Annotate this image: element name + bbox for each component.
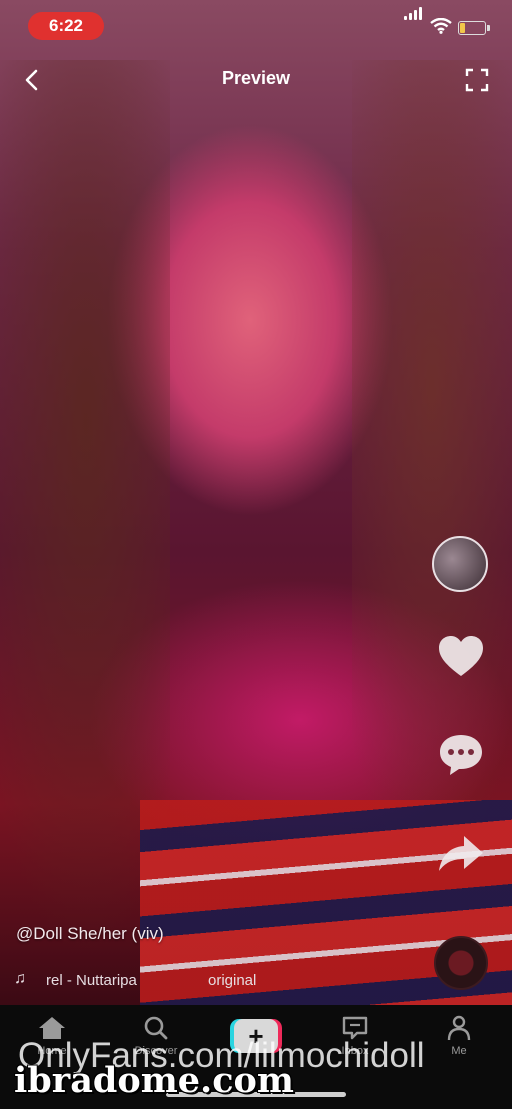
wifi-icon: [430, 18, 452, 34]
status-time: 6:22: [28, 12, 104, 40]
share-icon[interactable]: [436, 828, 486, 878]
music-note-icon: ♫: [14, 970, 26, 987]
watermark-site: ibradome.com: [14, 1060, 294, 1101]
creator-avatar[interactable]: [432, 536, 488, 592]
music-source: original: [208, 972, 257, 989]
status-bar: 6:22: [0, 0, 512, 50]
music-disc[interactable]: [434, 936, 488, 990]
battery-icon: [458, 21, 490, 35]
page-title: Preview: [221, 68, 291, 88]
video-caption[interactable]: @Doll She/her (viv): [16, 924, 164, 944]
video-hair-right: [352, 60, 512, 880]
nav-me-label: Me: [451, 1045, 467, 1057]
heart-icon[interactable]: [436, 632, 486, 682]
top-bar: Preview: [0, 58, 512, 102]
person-icon: [447, 1015, 471, 1041]
nav-me[interactable]: Me: [424, 1015, 494, 1075]
comment-icon[interactable]: [436, 730, 486, 780]
music-row[interactable]: ♫ rel - Nuttaripa original: [14, 970, 354, 992]
music-title: rel - Nuttaripa: [46, 972, 137, 989]
expand-icon[interactable]: [464, 67, 490, 93]
